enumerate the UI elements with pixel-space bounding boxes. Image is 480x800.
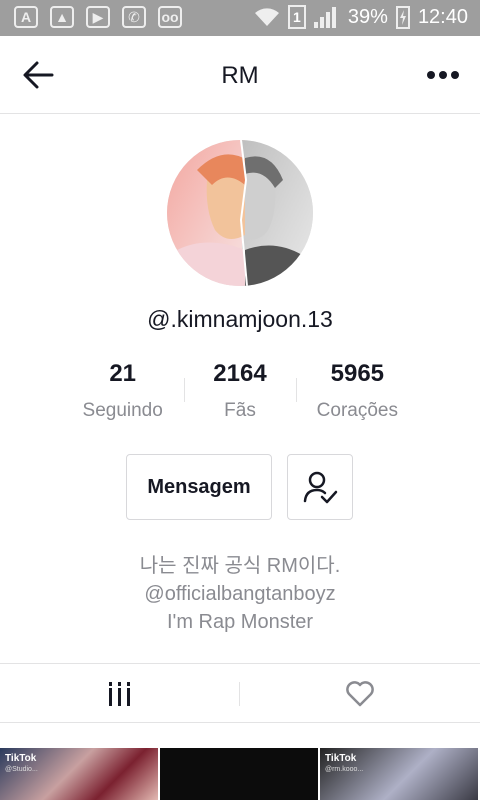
watermark-user: @rm.kooo...	[325, 766, 364, 773]
followers-stat[interactable]: 2164 Fãs	[181, 360, 298, 422]
bio-line: I'm Rap Monster	[166, 611, 314, 633]
youtube-icon: ▶	[86, 6, 110, 28]
video-thumbnail[interactable]: TikTok @rm.kooo...	[320, 748, 478, 800]
notification-icons: A ▲ ▶ ✆ oo	[14, 6, 182, 28]
following-stat[interactable]: 21 Seguindo	[64, 360, 181, 422]
wifi-icon	[254, 8, 279, 26]
stat-divider	[184, 378, 185, 402]
battery-charging-icon	[395, 6, 410, 29]
whatsapp-icon: ✆	[122, 6, 146, 28]
stats-row: 21 Seguindo 2164 Fãs 5965 Corações	[64, 360, 416, 422]
page-title: RM	[221, 62, 259, 89]
user-check-icon	[303, 471, 338, 504]
tiktok-watermark: TikTok	[5, 753, 37, 764]
following-count: 21	[109, 360, 137, 387]
likes-count: 5965	[330, 360, 385, 387]
followers-count: 2164	[213, 360, 267, 387]
username-handle: @.kimnamjoon.13	[147, 306, 333, 332]
tab-videos[interactable]	[0, 664, 240, 724]
message-button[interactable]: Mensagem	[126, 454, 272, 520]
heart-icon	[346, 681, 374, 707]
bio-line: @officialbangtanboyz	[144, 583, 336, 605]
battery-percent: 39%	[347, 5, 388, 28]
voicemail-icon: oo	[158, 6, 182, 28]
tiktok-watermark: TikTok	[325, 753, 357, 764]
status-bar: A ▲ ▶ ✆ oo 1 39% 12:40	[0, 0, 480, 36]
bio: 나는 진짜 공식 RM이다. @officialbangtanboyz I'm …	[0, 552, 480, 636]
avatar[interactable]	[167, 140, 313, 286]
video-thumbnail[interactable]	[160, 748, 318, 800]
following-status-button[interactable]	[287, 454, 353, 520]
gallery-icon: ▲	[50, 6, 74, 28]
video-thumbnail[interactable]: TikTok @Studio...	[0, 748, 158, 800]
followers-label: Fãs	[224, 400, 256, 421]
more-options-button[interactable]	[426, 60, 460, 90]
sim-icon: 1	[287, 5, 306, 29]
following-label: Seguindo	[82, 400, 163, 421]
bio-line: 나는 진짜 공식 RM이다.	[139, 555, 341, 577]
clock: 12:40	[417, 5, 468, 28]
ellipsis-icon	[427, 71, 459, 79]
app-store-icon: A	[14, 6, 38, 28]
top-bar: RM	[0, 36, 480, 114]
video-grid: TikTok @Studio... TikTok @rm.kooo...	[0, 748, 480, 800]
stat-divider	[296, 378, 297, 402]
videos-grid-icon	[109, 682, 130, 706]
likes-stat: 5965 Corações	[299, 360, 416, 422]
likes-label: Corações	[316, 400, 398, 421]
tab-liked[interactable]	[240, 664, 480, 724]
signal-icon	[313, 6, 340, 28]
watermark-user: @Studio...	[5, 766, 38, 773]
content-tabs	[0, 663, 480, 723]
